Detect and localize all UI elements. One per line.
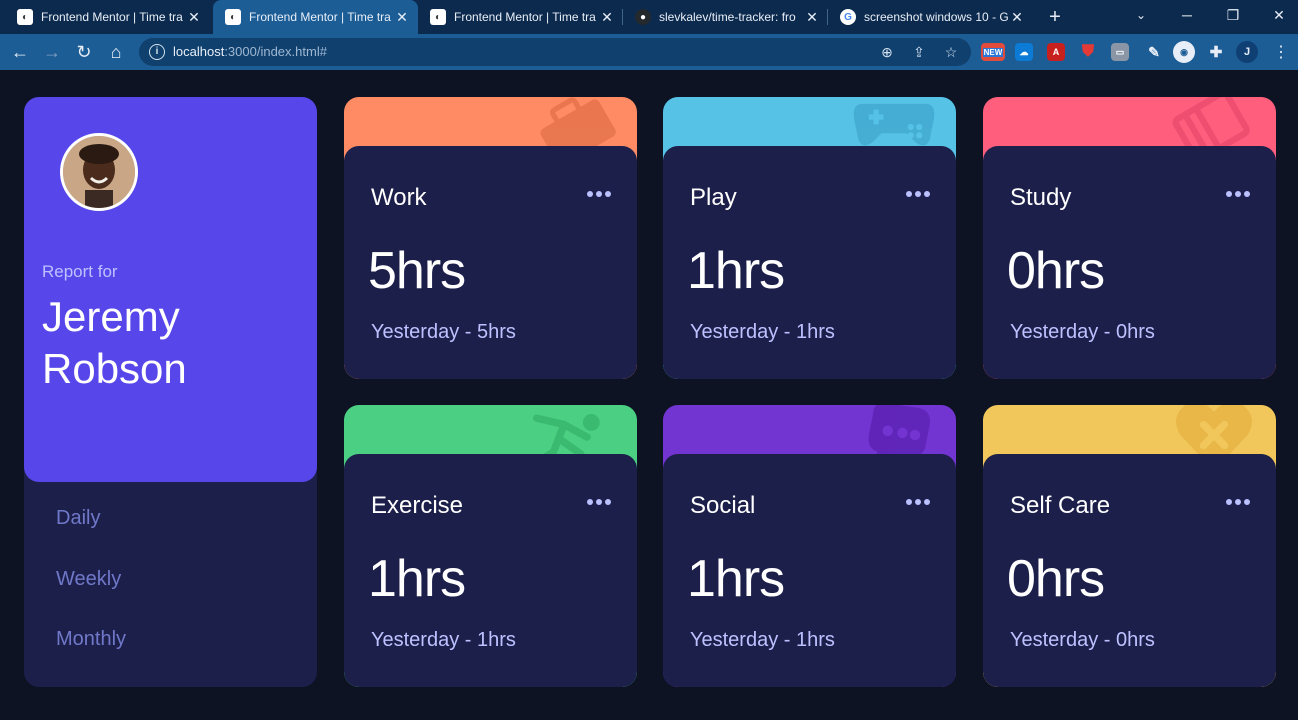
reload-icon[interactable]: ↻ [70,38,98,66]
card-title: Self Care [1010,492,1111,519]
tab-title: screenshot windows 10 - G [864,10,1009,24]
pdf-extension-icon[interactable]: A [1047,43,1065,61]
report-for-label: Report for [42,262,118,281]
browser-tab-active[interactable]: ◐ Frontend Mentor | Time tra ✕ [213,0,418,34]
minimize-icon[interactable]: ─ [1164,0,1210,30]
home-icon[interactable]: ⌂ [102,38,130,66]
profile-header: Report for Jeremy Robson [24,97,317,482]
close-tab-icon[interactable]: ✕ [804,9,820,25]
tab-title: slevkalev/time-tracker: fro [659,10,796,24]
close-tab-icon[interactable]: ✕ [1009,9,1025,25]
card-title: Study [1010,184,1072,211]
activity-card-study: Study 0hrs Yesterday - 0hrs [983,97,1276,379]
previous-hours: Yesterday - 1hrs [371,629,516,651]
profile-initial: J [1243,46,1251,58]
activity-card-play: Play 1hrs Yesterday - 1hrs [663,97,956,379]
card-body: Work 5hrs Yesterday - 5hrs [344,146,637,379]
avatar [60,133,138,211]
close-tab-icon[interactable]: ✕ [394,9,410,25]
current-hours: 1hrs [687,550,785,608]
card-title: Play [690,184,737,211]
activity-card-exercise: Exercise 1hrs Yesterday - 1hrs [344,405,637,687]
activity-card-social: Social 1hrs Yesterday - 1hrs [663,405,956,687]
browser-tab[interactable]: G screenshot windows 10 - G ✕ [828,0,1033,34]
tab-title: Frontend Mentor | Time tra [454,10,596,24]
previous-hours: Yesterday - 0hrs [1010,321,1155,343]
browser-menu-icon[interactable]: ⋮ [1267,38,1295,66]
browser-tab[interactable]: ● slevkalev/time-tracker: fro ✕ [623,0,828,34]
card-body: Self Care 0hrs Yesterday - 0hrs [983,454,1276,687]
current-hours: 0hrs [1007,550,1105,608]
restore-icon[interactable]: ❐ [1210,0,1256,30]
activity-card-self-care: Self Care 0hrs Yesterday - 0hrs [983,405,1276,687]
time-tracking-dashboard: Report for Jeremy Robson Daily Weekly Mo… [0,70,1298,720]
more-options-icon[interactable] [906,190,930,198]
card-body: Exercise 1hrs Yesterday - 1hrs [344,454,637,687]
url-text: localhost:3000/index.html# [173,44,327,59]
back-icon[interactable]: ← [6,38,34,66]
card-body: Social 1hrs Yesterday - 1hrs [663,454,956,687]
url-path: :3000/index.html# [224,44,327,59]
card-extension-icon[interactable]: ▭ [1111,43,1129,61]
eyedropper-extension-icon[interactable]: ✎ [1145,43,1163,61]
card-title: Social [690,492,756,519]
tab-strip: ◐ Frontend Mentor | Time tra ✕ ◐ Fronten… [0,0,1298,34]
browser-tab[interactable]: ◐ Frontend Mentor | Time tra ✕ [0,0,210,34]
card-title: Work [371,184,427,211]
card-title: Exercise [371,492,464,519]
period-monthly[interactable]: Monthly [56,628,126,651]
extensions-puzzle-icon[interactable]: ✚ [1207,43,1225,61]
forward-icon[interactable]: → [38,38,66,66]
cloud-extension-icon[interactable]: ☁ [1015,43,1033,61]
close-tab-icon[interactable]: ✕ [186,9,202,25]
shield-extension-icon[interactable]: ⛊ [1079,43,1097,61]
browser-tab[interactable]: ◐ Frontend Mentor | Time tra ✕ [418,0,623,34]
current-hours: 1hrs [687,242,785,300]
period-weekly[interactable]: Weekly [56,568,121,591]
user-name: Jeremy Robson [42,293,187,392]
period-daily[interactable]: Daily [56,507,100,530]
browser-toolbar: ← → ↻ ⌂ i localhost:3000/index.html# ⊕ ⇪… [0,34,1298,70]
share-icon[interactable]: ⇪ [909,42,929,62]
frontend-mentor-favicon-icon: ◐ [17,9,33,25]
current-hours: 1hrs [368,550,466,608]
github-favicon-icon: ● [635,9,651,25]
avatar-portrait-icon [63,136,135,208]
activity-card-work: Work 5hrs Yesterday - 5hrs [344,97,637,379]
previous-hours: Yesterday - 1hrs [690,629,835,651]
more-options-icon[interactable] [587,190,611,198]
profile-card: Report for Jeremy Robson Daily Weekly Mo… [24,97,317,687]
more-options-icon[interactable] [1226,190,1250,198]
current-hours: 0hrs [1007,242,1105,300]
more-options-icon[interactable] [1226,498,1250,506]
tab-title: Frontend Mentor | Time tra [41,10,183,24]
more-options-icon[interactable] [906,498,930,506]
current-hours: 5hrs [368,242,466,300]
tab-title: Frontend Mentor | Time tra [249,10,391,24]
tab-search-chevron-icon[interactable]: ⌄ [1118,0,1164,30]
frontend-mentor-favicon-icon: ◐ [430,9,446,25]
close-tab-icon[interactable]: ✕ [599,9,615,25]
new-extension-icon[interactable]: NEW [981,43,1005,61]
previous-hours: Yesterday - 5hrs [371,321,516,343]
frontend-mentor-favicon-icon: ◐ [225,9,241,25]
zoom-icon[interactable]: ⊕ [877,42,897,62]
url-host: localhost [173,44,225,59]
address-bar[interactable]: i localhost:3000/index.html# ⊕ ⇪ ☆ [139,38,971,66]
site-info-icon[interactable]: i [149,44,165,60]
previous-hours: Yesterday - 1hrs [690,321,835,343]
google-favicon-icon: G [840,9,856,25]
window-close-icon[interactable]: ✕ [1256,0,1298,30]
bookmark-star-icon[interactable]: ☆ [941,42,961,62]
circle-extension-icon[interactable]: ◉ [1173,41,1195,63]
previous-hours: Yesterday - 0hrs [1010,629,1155,651]
profile-avatar[interactable]: J [1236,41,1258,63]
more-options-icon[interactable] [587,498,611,506]
extension-badge: NEW [982,47,1004,57]
new-tab-icon[interactable]: + [1043,5,1067,29]
card-body: Study 0hrs Yesterday - 0hrs [983,146,1276,379]
card-body: Play 1hrs Yesterday - 1hrs [663,146,956,379]
